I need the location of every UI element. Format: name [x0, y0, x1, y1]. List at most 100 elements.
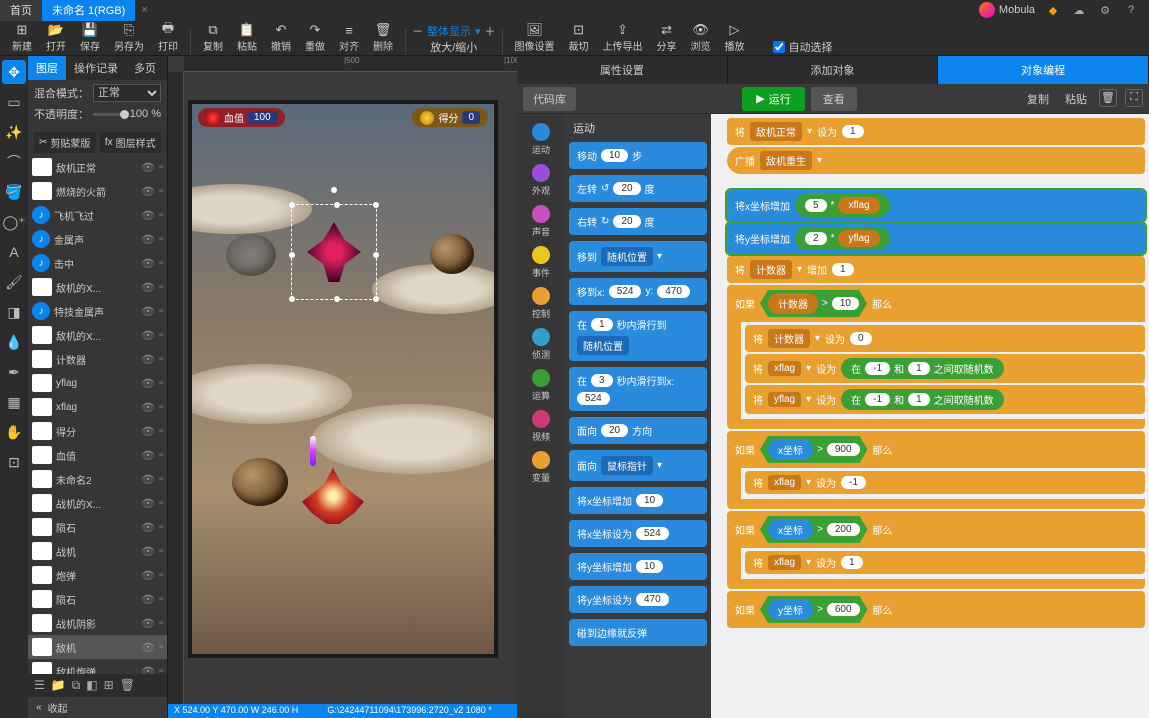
lock-icon[interactable]: ▫: [159, 161, 163, 173]
open-button[interactable]: 📂打开: [40, 21, 72, 55]
visibility-icon[interactable]: 👁: [141, 545, 155, 558]
category-变量[interactable]: 变量: [532, 448, 550, 487]
hand-tool[interactable]: ✋: [2, 420, 26, 444]
visibility-icon[interactable]: 👁: [141, 593, 155, 606]
visibility-icon[interactable]: 👁: [141, 209, 155, 222]
layer-row[interactable]: 战机阴影👁▫: [28, 611, 167, 635]
visibility-icon[interactable]: 👁: [141, 305, 155, 318]
save-button[interactable]: 💾保存: [74, 21, 106, 55]
align-button[interactable]: ≡对齐: [333, 21, 365, 55]
settings-icon[interactable]: ⚙: [1097, 2, 1113, 18]
view-button[interactable]: 查看: [811, 87, 857, 111]
layer-row[interactable]: xflag👁▫: [28, 395, 167, 419]
tab-properties[interactable]: 属性设置: [517, 56, 728, 84]
layer-row[interactable]: 陨石👁▫: [28, 515, 167, 539]
layer-row[interactable]: 敌机炮弹👁▫: [28, 659, 167, 674]
lock-icon[interactable]: ▫: [159, 473, 163, 485]
layer-row[interactable]: 得分👁▫: [28, 419, 167, 443]
lock-icon[interactable]: ▫: [159, 353, 163, 365]
code-library-button[interactable]: 代码库: [523, 87, 576, 111]
layer-row[interactable]: 未命名2👁▫: [28, 467, 167, 491]
script-if-y-gt-600[interactable]: 如果y坐标>600那么: [727, 591, 1145, 628]
lock-icon[interactable]: ▫: [159, 425, 163, 437]
layer-row[interactable]: yflag👁▫: [28, 371, 167, 395]
lock-icon[interactable]: ▫: [159, 233, 163, 245]
new-layer-icon[interactable]: ⊞: [104, 678, 114, 693]
lock-icon[interactable]: ▫: [159, 641, 163, 653]
undo-button[interactable]: ↶撤销: [265, 21, 297, 55]
script-if-x-gt-200[interactable]: 如果x坐标>200那么 将xflag▾设为1: [727, 511, 1145, 589]
crop-button[interactable]: ⊡裁切: [563, 21, 595, 55]
lock-icon[interactable]: ▫: [159, 569, 163, 581]
visibility-icon[interactable]: 👁: [141, 401, 155, 414]
script-paste-button[interactable]: 粘贴: [1061, 89, 1091, 109]
copy-button[interactable]: ⧉复制: [197, 21, 229, 55]
block-bounce[interactable]: 碰到边缘就反弹: [569, 619, 707, 646]
block-set-x[interactable]: 将x坐标设为524: [569, 520, 707, 547]
lock-icon[interactable]: ▫: [159, 281, 163, 293]
shape-tool[interactable]: ◯⁺: [2, 210, 26, 234]
print-button[interactable]: 🖶打印: [152, 21, 184, 55]
delete-layer-icon[interactable]: 🗑: [120, 678, 135, 693]
script-if-x-gt-900[interactable]: 如果x坐标>900那么 将xflag▾设为-1: [727, 431, 1145, 509]
lock-icon[interactable]: ▫: [159, 449, 163, 461]
enemy-ship-sprite[interactable]: [307, 222, 361, 282]
visibility-icon[interactable]: 👁: [141, 425, 155, 438]
paste-button[interactable]: 📋粘贴: [231, 21, 263, 55]
tab-pages[interactable]: 多页: [126, 56, 164, 80]
close-tab-icon[interactable]: ×: [135, 4, 153, 16]
script-change-y[interactable]: 将y坐标增加2*yflag: [727, 223, 1145, 254]
visibility-icon[interactable]: 👁: [141, 257, 155, 270]
autoselect-checkbox[interactable]: 自动选择: [773, 39, 833, 55]
wand-tool[interactable]: ✨: [2, 120, 26, 144]
visibility-icon[interactable]: 👁: [141, 521, 155, 534]
upload-button[interactable]: ⇪上传导出: [597, 21, 649, 55]
category-视频[interactable]: 视频: [532, 407, 550, 446]
script-copy-button[interactable]: 复制: [1023, 89, 1053, 109]
lock-icon[interactable]: ▫: [159, 545, 163, 557]
redo-button[interactable]: ↷重做: [299, 21, 331, 55]
block-glide-to[interactable]: 在1秒内滑行到随机位置: [569, 311, 707, 361]
block-goto-xy[interactable]: 移到x:524y:470: [569, 278, 707, 305]
script-set-var[interactable]: 将敌机正常▾设为1: [727, 118, 1145, 145]
tab-add-object[interactable]: 添加对象: [728, 56, 939, 84]
crop-tool[interactable]: ⊡: [2, 450, 26, 474]
layer-row[interactable]: 敌机的X...👁▫: [28, 275, 167, 299]
zoom-mode-dropdown[interactable]: 整体显示: [427, 23, 471, 39]
lock-icon[interactable]: ▫: [159, 209, 163, 221]
canvas[interactable]: 血值100 得分0: [188, 100, 498, 658]
lock-icon[interactable]: ▫: [159, 257, 163, 269]
category-控制[interactable]: 控制: [532, 284, 550, 323]
visibility-icon[interactable]: 👁: [141, 641, 155, 654]
tab-object-programming[interactable]: 对象编程: [938, 56, 1149, 84]
category-运算[interactable]: 运算: [532, 366, 550, 405]
lock-icon[interactable]: ▫: [159, 521, 163, 533]
home-tab[interactable]: 首页: [0, 0, 42, 21]
user-badge[interactable]: Mobula: [979, 2, 1035, 18]
script-set-xflag-rand[interactable]: 将xflag▾设为在-1和1之间取随机数: [745, 354, 1145, 383]
lock-icon[interactable]: ▫: [159, 497, 163, 509]
block-change-x[interactable]: 将x坐标增加10: [569, 487, 707, 514]
text-tool[interactable]: A: [2, 240, 26, 264]
block-turn-right[interactable]: 右转↻20度: [569, 208, 707, 235]
category-事件[interactable]: 事件: [532, 243, 550, 282]
block-goto[interactable]: 移到随机位置▾: [569, 241, 707, 272]
layer-row[interactable]: 敌机正常👁▫: [28, 155, 167, 179]
category-运动[interactable]: 运动: [532, 120, 550, 159]
help-icon[interactable]: ?: [1123, 2, 1139, 18]
layer-row[interactable]: 燃烧的火箭👁▫: [28, 179, 167, 203]
lock-icon[interactable]: ▫: [159, 185, 163, 197]
category-外观[interactable]: 外观: [532, 161, 550, 200]
layer-row[interactable]: 血值👁▫: [28, 443, 167, 467]
visibility-icon[interactable]: 👁: [141, 449, 155, 462]
visibility-icon[interactable]: 👁: [141, 353, 155, 366]
blend-mode-select[interactable]: 正常: [93, 84, 161, 102]
clip-mask-button[interactable]: ✂剪贴蒙版: [34, 132, 96, 153]
delete-button[interactable]: 🗑删除: [367, 21, 399, 55]
script-set-xflag-1[interactable]: 将xflag▾设为1: [745, 551, 1145, 574]
lock-icon[interactable]: ▫: [159, 593, 163, 605]
doc-tab[interactable]: 未命名 1(RGB): [42, 0, 135, 21]
move-tool[interactable]: ✥: [2, 60, 26, 84]
new-folder-icon[interactable]: 📁: [51, 678, 66, 693]
saveas-button[interactable]: ⎘另存为: [108, 21, 150, 55]
